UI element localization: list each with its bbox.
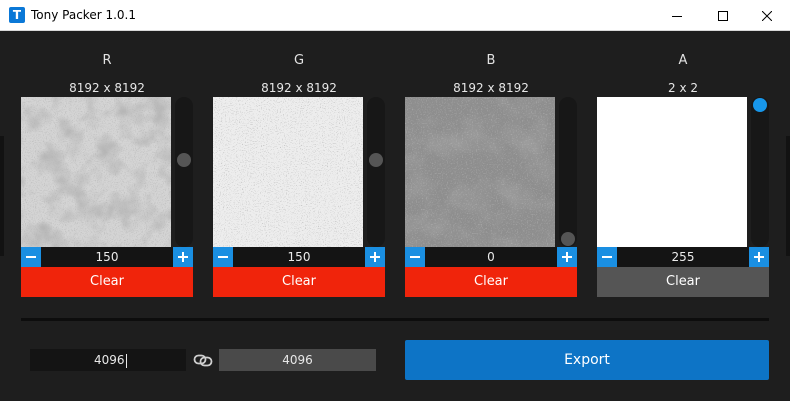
minus-icon [602, 256, 612, 258]
texture-size-label: 8192 x 8192 [69, 81, 145, 95]
chain-link-icon [193, 354, 213, 367]
close-button[interactable] [744, 0, 790, 31]
level-value-input[interactable]: 255 [617, 247, 749, 267]
texture-image [405, 97, 555, 247]
minus-icon [410, 256, 420, 258]
close-icon [762, 10, 772, 21]
slider-thumb[interactable] [177, 153, 191, 168]
texture-preview[interactable] [213, 97, 363, 247]
channel-label: R [102, 53, 112, 68]
level-value-input[interactable]: 150 [41, 247, 173, 267]
maximize-button[interactable] [700, 0, 746, 31]
app-logo-icon: T [9, 7, 25, 23]
window-edge-right [786, 136, 790, 256]
increment-button[interactable] [173, 247, 193, 267]
output-height-input[interactable]: 4096 [219, 349, 376, 371]
level-stepper: 150 [21, 247, 193, 267]
channel-label: B [486, 53, 496, 68]
level-stepper: 150 [213, 247, 385, 267]
texture-size-label: 2 x 2 [668, 81, 698, 95]
channel-label: A [678, 53, 688, 68]
texture-preview[interactable] [597, 97, 747, 247]
texture-preview[interactable] [21, 97, 171, 247]
export-button[interactable]: Export [405, 340, 769, 380]
link-dimensions-button[interactable] [193, 350, 213, 370]
output-width-input[interactable]: 4096 [30, 349, 186, 371]
level-slider[interactable] [175, 97, 193, 247]
clear-button[interactable]: Clear [213, 267, 385, 297]
plus-icon [178, 252, 188, 262]
plus-icon [370, 252, 380, 262]
decrement-button[interactable] [213, 247, 233, 267]
window-edge-left [0, 136, 4, 256]
maximize-icon [718, 10, 728, 21]
level-value-input[interactable]: 150 [233, 247, 365, 267]
level-stepper: 255 [597, 247, 769, 267]
level-slider[interactable] [751, 97, 769, 247]
minus-icon [218, 256, 228, 258]
plus-icon [562, 252, 572, 262]
increment-button[interactable] [749, 247, 769, 267]
minimize-icon [672, 15, 682, 17]
decrement-button[interactable] [597, 247, 617, 267]
texture-preview[interactable] [405, 97, 555, 247]
texture-image [21, 97, 171, 247]
clear-button[interactable]: Clear [597, 267, 769, 297]
level-value-input[interactable]: 0 [425, 247, 557, 267]
texture-image [213, 97, 363, 247]
clear-button[interactable]: Clear [405, 267, 577, 297]
minus-icon [26, 256, 36, 258]
text-caret [125, 353, 127, 368]
output-width-value: 4096 [94, 353, 125, 367]
clear-button[interactable]: Clear [21, 267, 193, 297]
minimize-button[interactable] [654, 0, 700, 31]
texture-size-label: 8192 x 8192 [453, 81, 529, 95]
slider-thumb[interactable] [561, 232, 575, 246]
level-slider[interactable] [559, 97, 577, 247]
level-slider[interactable] [367, 97, 385, 247]
texture-size-label: 8192 x 8192 [261, 81, 337, 95]
title-bar: T Tony Packer 1.0.1 [0, 0, 790, 31]
increment-button[interactable] [557, 247, 577, 267]
decrement-button[interactable] [405, 247, 425, 267]
plus-icon [754, 252, 764, 262]
slider-thumb[interactable] [369, 153, 383, 168]
level-stepper: 0 [405, 247, 577, 267]
slider-thumb[interactable] [753, 98, 767, 112]
increment-button[interactable] [365, 247, 385, 267]
section-divider [21, 318, 769, 321]
window-title: Tony Packer 1.0.1 [31, 8, 136, 22]
channel-label: G [293, 53, 305, 68]
decrement-button[interactable] [21, 247, 41, 267]
